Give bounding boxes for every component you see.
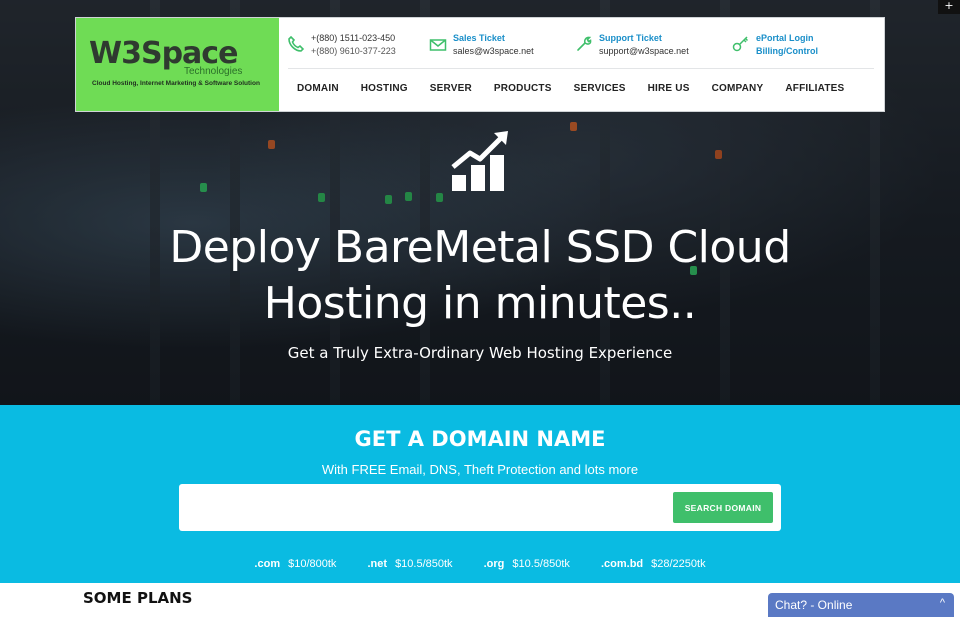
domain-search-section: GET A DOMAIN NAME With FREE Email, DNS, … — [0, 405, 960, 583]
nav-products[interactable]: PRODUCTS — [494, 83, 552, 94]
price-item: .net $10.5/850tk — [368, 558, 453, 570]
sales-email: sales@w3space.net — [453, 46, 534, 56]
plans-heading: SOME PLANS — [83, 589, 193, 607]
logo-tagline: Cloud Hosting, Internet Marketing & Soft… — [92, 80, 260, 87]
logo[interactable]: W3Space Technologies Cloud Hosting, Inte… — [76, 18, 279, 111]
price-value: $10/800tk — [288, 558, 337, 570]
price-tld: .net — [367, 558, 388, 570]
hero-subtitle: Get a Truly Extra-Ordinary Web Hosting E… — [287, 344, 673, 362]
billing-control-link[interactable]: Billing/Control — [756, 46, 818, 56]
growth-chart-icon — [451, 131, 508, 191]
domain-search-input[interactable] — [185, 492, 665, 523]
nav-hire-us[interactable]: HIRE US — [648, 83, 690, 94]
price-tld: .org — [483, 558, 505, 570]
phone-line2: +(880) 9610-377-223 — [311, 46, 396, 56]
price-value: $28/2250tk — [651, 558, 706, 570]
price-tld: .com — [254, 558, 281, 570]
site-header: W3Space Technologies Cloud Hosting, Inte… — [75, 17, 885, 112]
domain-price-list: .com $10/800tk .net $10.5/850tk .org $10.5/… — [0, 558, 960, 570]
support-ticket-link[interactable]: Support Ticket — [599, 33, 662, 43]
nav-domain[interactable]: DOMAIN — [297, 83, 339, 94]
nav-hosting[interactable]: HOSTING — [361, 83, 408, 94]
price-value: $10.5/850tk — [395, 558, 453, 570]
search-domain-button[interactable]: SEARCH DOMAIN — [673, 492, 773, 523]
nav-server[interactable]: SERVER — [430, 83, 472, 94]
nav-services[interactable]: SERVICES — [574, 83, 626, 94]
domain-search-form: SEARCH DOMAIN — [179, 484, 781, 531]
nav-affiliates[interactable]: AFFILIATES — [785, 83, 844, 94]
price-value: $10.5/850tk — [512, 558, 570, 570]
price-item: .com.bd $28/2250tk — [601, 558, 706, 570]
nav-company[interactable]: COMPANY — [712, 83, 764, 94]
domain-title: GET A DOMAIN NAME — [354, 427, 606, 451]
price-item: .com $10/800tk — [254, 558, 336, 570]
domain-subtitle: With FREE Email, DNS, Theft Protection a… — [321, 462, 639, 477]
envelope-icon — [429, 39, 447, 51]
price-tld: .com.bd — [600, 558, 644, 570]
chat-label: Chat? - Online — [775, 598, 853, 612]
logo-sub: Technologies — [184, 66, 243, 77]
key-icon — [732, 36, 749, 52]
hero-title: Deploy BareMetal SSD Cloud Hosting in mi… — [0, 220, 960, 332]
sales-ticket-link[interactable]: Sales Ticket — [453, 33, 505, 43]
hero-title-line2: Hosting in minutes.. — [263, 278, 697, 329]
support-email: support@w3space.net — [599, 46, 689, 56]
chevron-up-icon[interactable]: ^ — [940, 597, 945, 609]
price-item: .org $10.5/850tk — [484, 558, 570, 570]
wrench-icon — [577, 36, 592, 51]
main-nav: DOMAIN HOSTING SERVER PRODUCTS SERVICES … — [297, 83, 866, 94]
eportal-login-link[interactable]: ePortal Login — [756, 33, 814, 43]
phone-line1: +(880) 1511-023-450 — [311, 33, 396, 43]
hero-title-line1: Deploy BareMetal SSD Cloud — [169, 222, 791, 273]
nav-divider — [288, 68, 874, 69]
chat-widget[interactable]: Chat? - Online ^ — [768, 593, 954, 617]
corner-expand-icon[interactable]: + — [938, 0, 960, 14]
phone-icon — [288, 35, 305, 52]
